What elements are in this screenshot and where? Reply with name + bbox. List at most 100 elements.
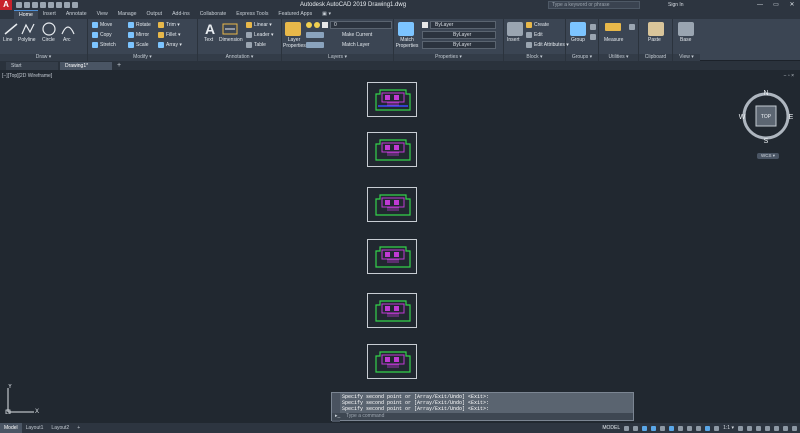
quick-properties-icon[interactable] [765,425,770,431]
table-button[interactable]: Table [254,42,266,48]
insert-icon[interactable] [507,22,523,36]
group-edit-icon[interactable] [590,34,596,40]
measure-icon[interactable] [605,23,621,31]
edit-block-button[interactable]: Edit [534,32,543,38]
panel-title-draw[interactable]: Draw ▾ [0,54,87,61]
text-icon[interactable]: A [202,21,218,37]
base-view-icon[interactable] [678,22,694,36]
viewport-controls[interactable]: [−][Top][2D Wireframe] [2,73,52,79]
layer-freeze-icon[interactable] [314,22,320,28]
layout-tab-layout1[interactable]: Layout1 [22,423,48,433]
paste-icon[interactable] [648,22,664,36]
array-button[interactable]: Array ▾ [166,42,182,48]
group-icon[interactable] [570,22,586,36]
base-view-button[interactable]: Base [680,37,691,43]
app-menu-button[interactable]: A [0,0,12,10]
drawing-block[interactable] [367,132,417,167]
drawing-block[interactable] [367,239,417,274]
mirror-button[interactable]: Mirror [136,32,149,38]
dimension-button[interactable]: Dimension [219,37,243,43]
tab-collaborate[interactable]: Collaborate [195,10,232,19]
drawing-block[interactable] [367,293,417,328]
copy-button[interactable]: Copy [100,32,112,38]
line-button[interactable]: Line [3,37,12,43]
osnap-icon[interactable] [669,425,675,431]
dimension-icon[interactable] [222,22,238,36]
stretch-button[interactable]: Stretch [100,42,116,48]
annotation-visibility-icon[interactable] [714,425,720,431]
save-icon[interactable] [32,2,38,8]
isodraft-icon[interactable] [660,425,666,431]
leader-button[interactable]: Leader ▾ [254,32,273,38]
text-button[interactable]: Text [204,37,213,43]
edit-attributes-button[interactable]: Edit Attributes ▾ [534,42,569,48]
compass-north[interactable]: N [763,90,768,97]
polyline-button[interactable]: Polyline [18,37,36,43]
drawing-block[interactable] [367,187,417,222]
panel-title-modify[interactable]: Modify ▾ [88,54,197,61]
clean-screen-icon[interactable] [783,425,788,431]
units-icon[interactable] [756,425,761,431]
tab-annotate[interactable]: Annotate [61,10,92,19]
fillet-button[interactable]: Fillet ▾ [166,32,180,38]
tab-insert[interactable]: Insert [38,10,61,19]
close-button[interactable]: ✕ [784,0,800,10]
open-icon[interactable] [24,2,30,8]
drawing-block[interactable] [367,82,417,117]
tab-options[interactable]: ▣ ▾ [317,10,336,19]
viewcube-face[interactable]: TOP [761,114,772,120]
plot-icon[interactable] [48,2,54,8]
panel-title-clipboard[interactable]: Clipboard [639,54,672,61]
wcs-menu[interactable]: WCS ▾ [757,153,780,159]
drawing-block[interactable] [367,344,417,379]
circle-button[interactable]: Circle [42,37,55,43]
ungroup-icon[interactable] [590,24,596,30]
compass-west[interactable]: W [739,114,746,121]
annotation-scale[interactable]: 1:1 ▾ [723,425,734,431]
command-input[interactable]: Type a command [332,413,633,420]
arc-button[interactable]: Arc [63,37,71,43]
new-icon[interactable] [16,2,22,8]
compass-south[interactable]: S [764,138,769,144]
linear-button[interactable]: Linear ▾ [254,22,272,28]
paste-button[interactable]: Paste [648,37,661,43]
match-properties-icon[interactable] [398,22,414,36]
tab-home[interactable]: Home [14,10,38,19]
color-swatch[interactable] [422,22,428,28]
ortho-icon[interactable] [642,425,648,431]
tab-manage[interactable]: Manage [113,10,142,19]
transparency-icon[interactable] [696,425,702,431]
layout-tab-model[interactable]: Model [0,423,22,433]
polar-icon[interactable] [651,425,657,431]
match-properties-button[interactable]: Match Properties [395,37,419,49]
rotate-button[interactable]: Rotate [136,22,151,28]
panel-title-annotation[interactable]: Annotation ▾ [198,54,281,61]
linetype-dropdown[interactable]: ByLayer [422,31,496,39]
sign-in-button[interactable]: Sign In [668,2,684,8]
drawing-viewport[interactable]: [−][Top][2D Wireframe] − ▫ × TOP N S E W… [0,70,800,423]
customization-menu-icon[interactable] [792,425,797,431]
selection-cycling-icon[interactable] [705,425,711,431]
arc-icon[interactable] [60,22,76,36]
calculator-icon[interactable] [629,24,635,30]
model-space-button[interactable]: MODEL [602,425,620,431]
make-current-button[interactable]: Make Current [342,32,372,38]
doc-tab-start[interactable]: Start [6,61,58,70]
layer-color-swatch[interactable] [322,22,328,28]
circle-icon[interactable] [41,22,57,36]
minimize-button[interactable]: — [752,0,768,10]
group-button[interactable]: Group [571,37,585,43]
workspace-gear-icon[interactable] [738,425,743,431]
doc-tab-drawing1[interactable]: Drawing1* [60,61,112,70]
panel-title-groups[interactable]: Groups ▾ [566,54,598,61]
layer-dropdown[interactable]: 0 [330,21,392,29]
move-button[interactable]: Move [100,22,112,28]
redo-icon[interactable] [64,2,70,8]
lineweight-dropdown[interactable]: ByLayer [422,41,496,49]
layer-on-icon[interactable] [306,22,312,28]
share-icon[interactable] [72,2,78,8]
isolate-objects-icon[interactable] [774,425,779,431]
panel-title-utilities[interactable]: Utilities ▾ [599,54,638,61]
tab-view[interactable]: View [92,10,113,19]
scale-button[interactable]: Scale [136,42,149,48]
